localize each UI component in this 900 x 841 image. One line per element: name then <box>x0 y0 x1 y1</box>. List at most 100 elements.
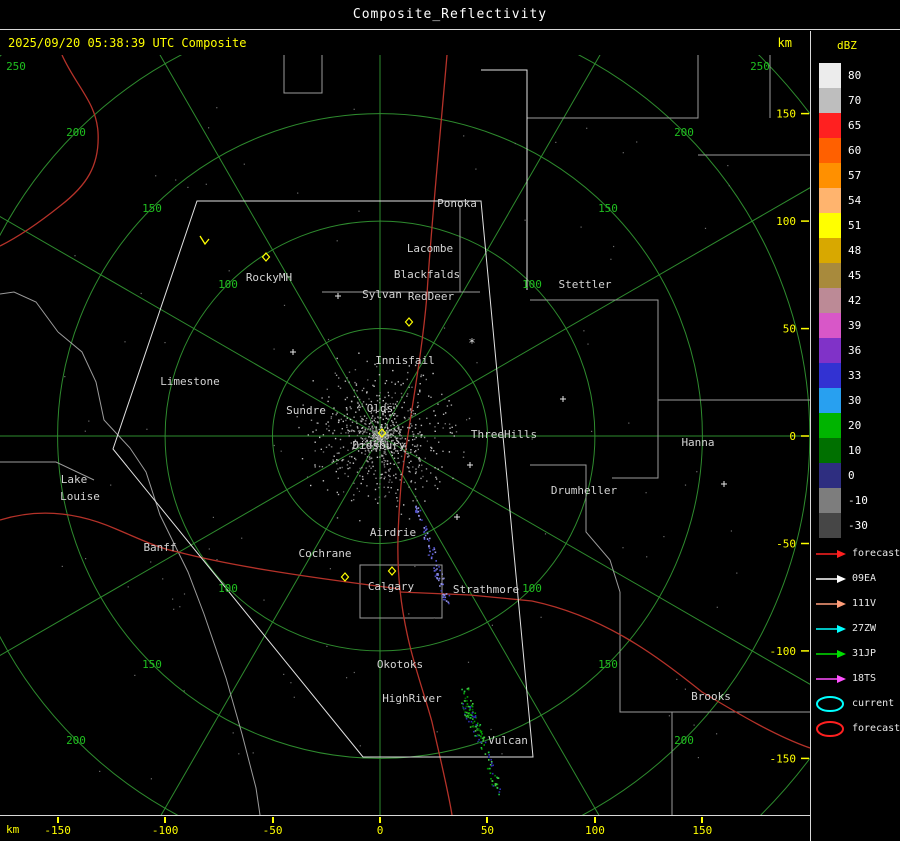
colorbar-swatch <box>819 413 841 438</box>
range-distance-label: 150 <box>142 658 162 671</box>
colorbar-swatch <box>819 388 841 413</box>
city-label: Olds <box>367 402 394 415</box>
point-marker-icon <box>454 514 460 520</box>
colorbar-value: 30 <box>848 394 862 407</box>
colorbar-entry: 36 <box>819 338 868 363</box>
right-axis-unit-label: km <box>777 36 792 50</box>
bottom-axis-label: 50 <box>480 824 495 837</box>
colorbar-entry: -30 <box>819 513 868 538</box>
colorbar-entry: 48 <box>819 238 868 263</box>
colorbar-value: 36 <box>848 344 862 357</box>
colorbar-swatch <box>819 438 841 463</box>
colorbar-swatch <box>819 163 841 188</box>
city-label: Strathmore <box>453 583 519 596</box>
bottom-axis-tick <box>271 817 274 823</box>
bottom-axis-label: -50 <box>262 824 283 837</box>
colorbar-swatch <box>819 263 841 288</box>
city-label: Lake <box>61 473 88 486</box>
colorbar-swatch <box>819 238 841 263</box>
point-marker-icon <box>335 293 341 299</box>
colorbar-entry: 70 <box>819 88 868 113</box>
storm-shape-label: current <box>852 698 895 709</box>
range-distance-label: 200 <box>66 734 86 747</box>
colorbar-swatch <box>819 138 841 163</box>
track-arrow-icon <box>816 574 846 583</box>
track-arrow-icon <box>816 624 846 633</box>
colorbar-value: 54 <box>848 194 862 207</box>
colorbar-entry: 60 <box>819 138 868 163</box>
colorbar-entry: 54 <box>819 188 868 213</box>
colorbar-swatch <box>819 338 841 363</box>
info-bar: 2025/09/20 05:38:39 UTC Composite km <box>0 31 810 55</box>
colorbar-swatch <box>819 113 841 138</box>
range-distance-label: 150 <box>598 202 618 215</box>
colorbar-value: 42 <box>848 294 862 307</box>
track-arrow-icon <box>816 649 846 658</box>
point-marker-icon <box>290 349 296 355</box>
range-distance-label: 200 <box>674 734 694 747</box>
colorbar-entry: 80 <box>819 63 868 88</box>
bottom-axis-label: -100 <box>151 824 179 837</box>
city-label: Blackfalds <box>394 268 460 281</box>
city-label: Ponoka <box>437 197 477 210</box>
bottom-axis-ticks: -150 -100 -50 0 50 100 150 <box>0 816 810 841</box>
colorbar-value: 80 <box>848 69 862 82</box>
range-distance-label: 200 <box>674 126 694 139</box>
storm-shape-label: forecast <box>852 723 900 734</box>
bottom-axis-label: 0 <box>376 824 384 837</box>
city-label: Vulcan <box>488 734 528 747</box>
window-title-bar: Composite_Reflectivity <box>0 0 900 30</box>
colorbar-value: 39 <box>848 319 862 332</box>
track-label: 18TS <box>852 673 877 684</box>
right-axis-label: 0 <box>789 430 796 443</box>
colorbar: 80 70 65 60 57 54 51 48 45 42 39 36 33 30 20 10 0 -10 -30 <box>819 63 868 538</box>
station-markers: * <box>199 235 727 582</box>
colorbar-value: 57 <box>848 169 862 182</box>
city-label: Airdrie <box>370 526 416 539</box>
bottom-axis-label: 150 <box>692 824 713 837</box>
storm-ellipse-icon <box>816 720 844 737</box>
city-label: Drumheller <box>551 484 618 497</box>
colorbar-swatch <box>819 463 841 488</box>
colorbar-value: 20 <box>848 419 862 432</box>
colorbar-value: 65 <box>848 119 862 132</box>
colorbar-entry: 39 <box>819 313 868 338</box>
right-axis-label: -100 <box>770 645 797 658</box>
track-legend-row: forecast <box>815 541 900 566</box>
point-marker-icon <box>467 462 473 468</box>
colorbar-value: 48 <box>848 244 862 257</box>
colorbar-swatch <box>819 188 841 213</box>
bottom-axis-tick <box>486 817 489 823</box>
range-distance-label: 100 <box>218 582 238 595</box>
city-label: Stettler <box>559 278 612 291</box>
colorbar-entry: 10 <box>819 438 868 463</box>
city-label: Limestone <box>160 375 220 388</box>
right-axis-label: 150 <box>776 108 796 121</box>
timestamp-label: 2025/09/20 05:38:39 UTC Composite <box>8 36 247 50</box>
colorbar-value: -10 <box>848 494 868 507</box>
track-legend-row: 31JP <box>815 641 900 666</box>
colorbar-value: 60 <box>848 144 862 157</box>
city-label: Didsbury <box>353 439 406 452</box>
colorbar-entry: 65 <box>819 113 868 138</box>
radar-site-diamond-icon <box>404 317 414 327</box>
colorbar-entry: 20 <box>819 413 868 438</box>
map-layers: 100 150 200 250 100 150 200 250 100 150 200 100 150 2… <box>0 55 810 815</box>
right-axis-label: 50 <box>783 323 796 336</box>
city-label: Brooks <box>691 690 731 703</box>
window-title: Composite_Reflectivity <box>352 7 548 22</box>
city-label: Sylvan <box>362 288 402 301</box>
track-label: 111V <box>852 598 877 609</box>
asterisk-marker-icon: * <box>468 336 475 350</box>
city-label: ThreeHills <box>471 428 537 441</box>
range-distance-label: 100 <box>218 278 238 291</box>
bottom-axis-label: -150 <box>44 824 71 837</box>
colorbar-value: 70 <box>848 94 862 107</box>
bottom-axis-bar: km -150 -100 -50 0 50 100 150 <box>0 815 810 841</box>
colorbar-title: dBZ <box>837 39 857 52</box>
city-label: Calgary <box>368 580 415 593</box>
city-label: Hanna <box>681 436 714 449</box>
point-marker-icon <box>560 396 566 402</box>
right-axis: 150 100 50 0 -50 -100 -150 <box>770 108 809 765</box>
city-label: Okotoks <box>377 658 423 671</box>
